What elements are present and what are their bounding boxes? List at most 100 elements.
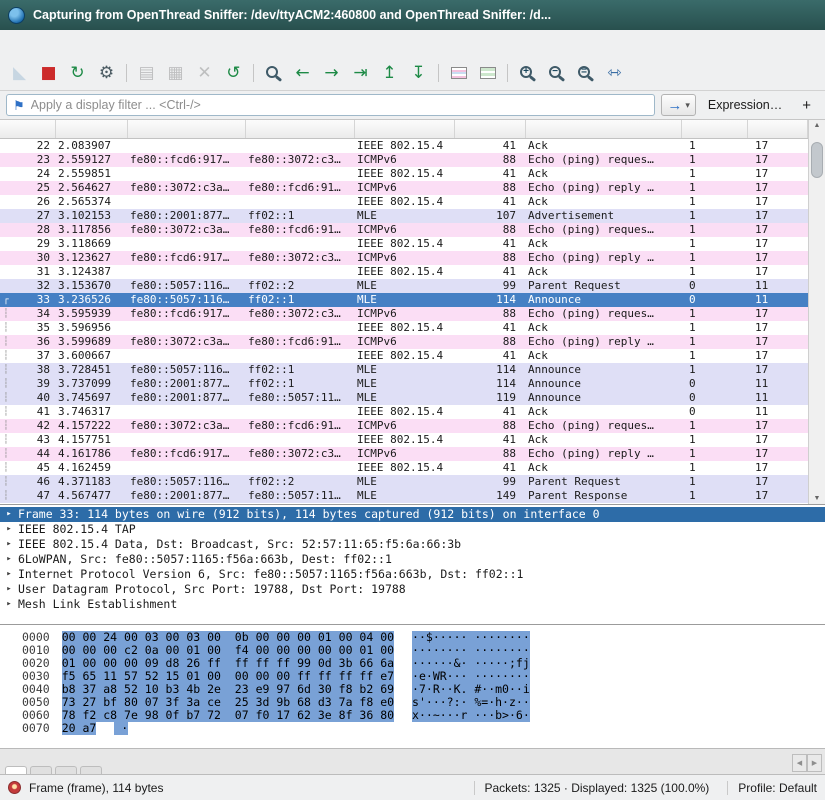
detail-row[interactable]: ▸ User Datagram Protocol, Src Port: 1978… (0, 582, 825, 597)
column-header[interactable] (748, 120, 808, 138)
restart-capture-button[interactable]: ↻ (64, 60, 91, 87)
packet-row[interactable]: ┆ 35 3.596956 IEEE 802.15.4 41 Ack 1 17 (0, 321, 808, 335)
menu-item[interactable] (68, 40, 84, 46)
detail-row[interactable]: ▸ Mesh Link Establishment (0, 597, 825, 612)
detail-row[interactable]: ▸ 6LoWPAN, Src: fe80::5057:1165:f56a:663… (0, 552, 825, 567)
byte-view-tab[interactable] (80, 766, 102, 774)
tab-scroll-left-icon[interactable]: ◀ (792, 754, 807, 772)
packet-row[interactable]: 22 2.083907 IEEE 802.15.4 41 Ack 1 17 (0, 139, 808, 153)
scroll-down-icon[interactable]: ▼ (814, 495, 821, 502)
packet-row[interactable]: ┆ 46 4.371183 fe80::5057:116… ff02::2 ML… (0, 475, 808, 489)
packet-row[interactable]: 26 2.565374 IEEE 802.15.4 41 Ack 1 17 (0, 195, 808, 209)
minimize-button[interactable] (747, 7, 765, 23)
column-header[interactable] (355, 120, 455, 138)
close-button[interactable] (799, 7, 817, 23)
hex-bytes[interactable]: 20 a7 (62, 722, 97, 735)
go-forward-button[interactable]: → (318, 60, 345, 87)
open-file-button[interactable]: ▤ (133, 60, 160, 87)
menu-item[interactable] (132, 40, 148, 46)
menu-item[interactable] (4, 40, 20, 46)
add-filter-button[interactable]: + (794, 97, 819, 114)
menu-item[interactable] (148, 40, 164, 46)
go-back-button[interactable]: ← (289, 60, 316, 87)
maximize-button[interactable] (773, 7, 791, 23)
packet-row[interactable]: 32 3.153670 fe80::5057:116… ff02::2 MLE … (0, 279, 808, 293)
go-to-last-button[interactable]: ↧ (405, 60, 432, 87)
menu-item[interactable] (84, 40, 100, 46)
packet-row[interactable]: ┆ 41 3.746317 IEEE 802.15.4 41 Ack 0 11 (0, 405, 808, 419)
stop-capture-button[interactable]: ■ (35, 60, 62, 87)
column-header[interactable] (682, 120, 748, 138)
packet-row[interactable]: 30 3.123627 fe80::fcd6:917… fe80::3072:c… (0, 251, 808, 265)
menu-item[interactable] (116, 40, 132, 46)
packet-row[interactable]: ┌ 33 3.236526 fe80::5057:116… ff02::1 ML… (0, 293, 808, 307)
packet-row[interactable]: ┆ 38 3.728451 fe80::5057:116… ff02::1 ML… (0, 363, 808, 377)
packet-row[interactable]: 23 2.559127 fe80::fcd6:917… fe80::3072:c… (0, 153, 808, 167)
detail-row[interactable]: ▸ IEEE 802.15.4 Data, Dst: Broadcast, Sr… (0, 537, 825, 552)
scroll-up-icon[interactable]: ▲ (814, 122, 821, 129)
packet-row[interactable]: 27 3.102153 fe80::2001:877… ff02::1 MLE … (0, 209, 808, 223)
save-file-button[interactable]: ▦ (162, 60, 189, 87)
detail-row[interactable]: ▸ Internet Protocol Version 6, Src: fe80… (0, 567, 825, 582)
tab-scroll-right-icon[interactable]: ▶ (807, 754, 822, 772)
expand-icon[interactable]: ▸ (0, 522, 18, 537)
expression-button[interactable]: Expression… (702, 98, 788, 112)
column-header[interactable] (56, 120, 128, 138)
status-profile[interactable]: Profile: Default (727, 781, 817, 795)
packet-row[interactable]: 28 3.117856 fe80::3072:c3a… fe80::fcd6:9… (0, 223, 808, 237)
filter-bookmark-icon[interactable]: ⚑ (13, 99, 25, 112)
packet-row[interactable]: 24 2.559851 IEEE 802.15.4 41 Ack 1 17 (0, 167, 808, 181)
expand-icon[interactable]: ▸ (0, 552, 18, 567)
packet-row[interactable]: ┆ 47 4.567477 fe80::2001:877… fe80::5057… (0, 489, 808, 503)
menu-item[interactable] (36, 40, 52, 46)
menu-item[interactable] (164, 40, 180, 46)
packet-row[interactable]: ┆ 39 3.737099 fe80::2001:877… ff02::1 ML… (0, 377, 808, 391)
packet-row[interactable]: ┆ 44 4.161786 fe80::fcd6:917… fe80::3072… (0, 447, 808, 461)
auto-scroll-button[interactable] (474, 60, 501, 87)
packet-row[interactable]: 31 3.124387 IEEE 802.15.4 41 Ack 1 17 (0, 265, 808, 279)
byte-view-tab[interactable] (55, 766, 77, 774)
expand-icon[interactable]: ▸ (0, 597, 18, 612)
byte-view-tab[interactable] (5, 766, 27, 774)
packet-row[interactable]: ┆ 42 4.157222 fe80::3072:c3a… fe80::fcd6… (0, 419, 808, 433)
capture-options-button[interactable]: ⚙ (93, 60, 120, 87)
menu-item[interactable] (20, 40, 36, 46)
column-header[interactable] (246, 120, 355, 138)
display-filter-field[interactable]: ⚑ (6, 94, 655, 116)
packet-row[interactable]: ┆ 43 4.157751 IEEE 802.15.4 41 Ack 1 17 (0, 433, 808, 447)
packet-row[interactable]: ┆ 34 3.595939 fe80::fcd6:917… fe80::3072… (0, 307, 808, 321)
column-header[interactable] (455, 120, 526, 138)
hex-bytes[interactable]: 78 f2 c8 7e 98 0f b7 72 07 f0 17 62 3e 8… (62, 709, 394, 722)
packet-row[interactable]: 25 2.564627 fe80::3072:c3a… fe80::fcd6:9… (0, 181, 808, 195)
packet-row[interactable]: ┆ 37 3.600667 IEEE 802.15.4 41 Ack 1 17 (0, 349, 808, 363)
expand-icon[interactable]: ▸ (0, 537, 18, 552)
expand-icon[interactable]: ▸ (0, 507, 18, 522)
column-header[interactable] (526, 120, 682, 138)
reload-file-button[interactable]: ↺ (220, 60, 247, 87)
resize-columns-button[interactable]: ⇿ (601, 60, 628, 87)
zoom-out-button[interactable]: − (543, 60, 570, 87)
expand-icon[interactable]: ▸ (0, 567, 18, 582)
menu-item[interactable] (100, 40, 116, 46)
hex-ascii[interactable]: x··~···r ···b>·6· (412, 709, 530, 722)
expand-icon[interactable]: ▸ (0, 582, 18, 597)
expert-info-icon[interactable] (8, 781, 21, 794)
detail-row[interactable]: ▸ Frame 33: 114 bytes on wire (912 bits)… (0, 507, 825, 522)
column-header[interactable] (0, 120, 56, 138)
detail-row[interactable]: ▸ IEEE 802.15.4 TAP (0, 522, 825, 537)
titlebar[interactable]: Capturing from OpenThread Sniffer: /dev/… (0, 0, 825, 30)
scrollbar-thumb[interactable] (811, 142, 823, 178)
packet-row[interactable]: ┆ 40 3.745697 fe80::2001:877… fe80::5057… (0, 391, 808, 405)
start-capture-button[interactable]: ◣ (6, 60, 33, 87)
zoom-original-button[interactable]: = (572, 60, 599, 87)
byte-view-tab[interactable] (30, 766, 52, 774)
find-packet-button[interactable] (260, 60, 287, 87)
packet-row[interactable]: 29 3.118669 IEEE 802.15.4 41 Ack 1 17 (0, 237, 808, 251)
close-file-button[interactable]: ✕ (191, 60, 218, 87)
column-header[interactable] (128, 120, 246, 138)
hex-ascii[interactable]: · (114, 722, 128, 735)
display-filter-input[interactable] (31, 98, 649, 112)
packet-list-scrollbar[interactable]: ▲ ▼ (808, 120, 825, 504)
packet-row[interactable]: ┆ 36 3.599689 fe80::3072:c3a… fe80::fcd6… (0, 335, 808, 349)
apply-filter-button[interactable]: → ▾ (661, 94, 696, 116)
